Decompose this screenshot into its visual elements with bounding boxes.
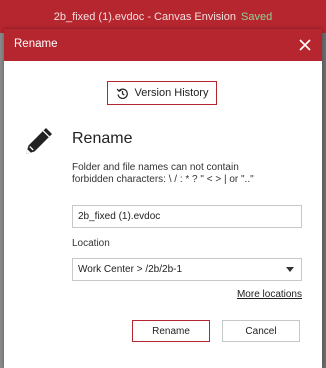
dialog-header: Rename — [4, 29, 322, 61]
rename-button[interactable]: Rename — [132, 320, 210, 342]
location-value: Work Center > /2b/2b-1 — [78, 264, 183, 275]
naming-rules-line-2: forbidden characters: \ / : * ? " < > | … — [72, 174, 254, 185]
cancel-button[interactable]: Cancel — [222, 320, 300, 342]
pencil-icon — [26, 128, 52, 154]
rename-dialog: Rename Version History Rename Folder and… — [4, 29, 322, 368]
close-button[interactable] — [294, 34, 316, 56]
close-icon — [299, 39, 311, 51]
file-name-input[interactable] — [72, 205, 302, 228]
chevron-down-icon — [286, 267, 294, 272]
background-panel-right — [322, 33, 326, 368]
window-title: 2b_fixed (1).evdoc - Canvas Envision — [53, 10, 236, 23]
naming-rules-text: Folder and file names can not contain fo… — [72, 162, 304, 186]
location-label: Location — [72, 238, 110, 249]
version-history-button[interactable]: Version History — [107, 81, 217, 105]
section-heading: Rename — [72, 130, 133, 147]
save-status: Saved — [241, 10, 273, 23]
naming-rules-line-1: Folder and file names can not contain — [72, 162, 239, 173]
dialog-title: Rename — [14, 38, 58, 50]
version-history-label: Version History — [134, 87, 209, 99]
location-dropdown[interactable]: Work Center > /2b/2b-1 — [72, 258, 302, 281]
more-locations-link[interactable]: More locations — [237, 289, 302, 300]
history-icon — [116, 87, 129, 100]
